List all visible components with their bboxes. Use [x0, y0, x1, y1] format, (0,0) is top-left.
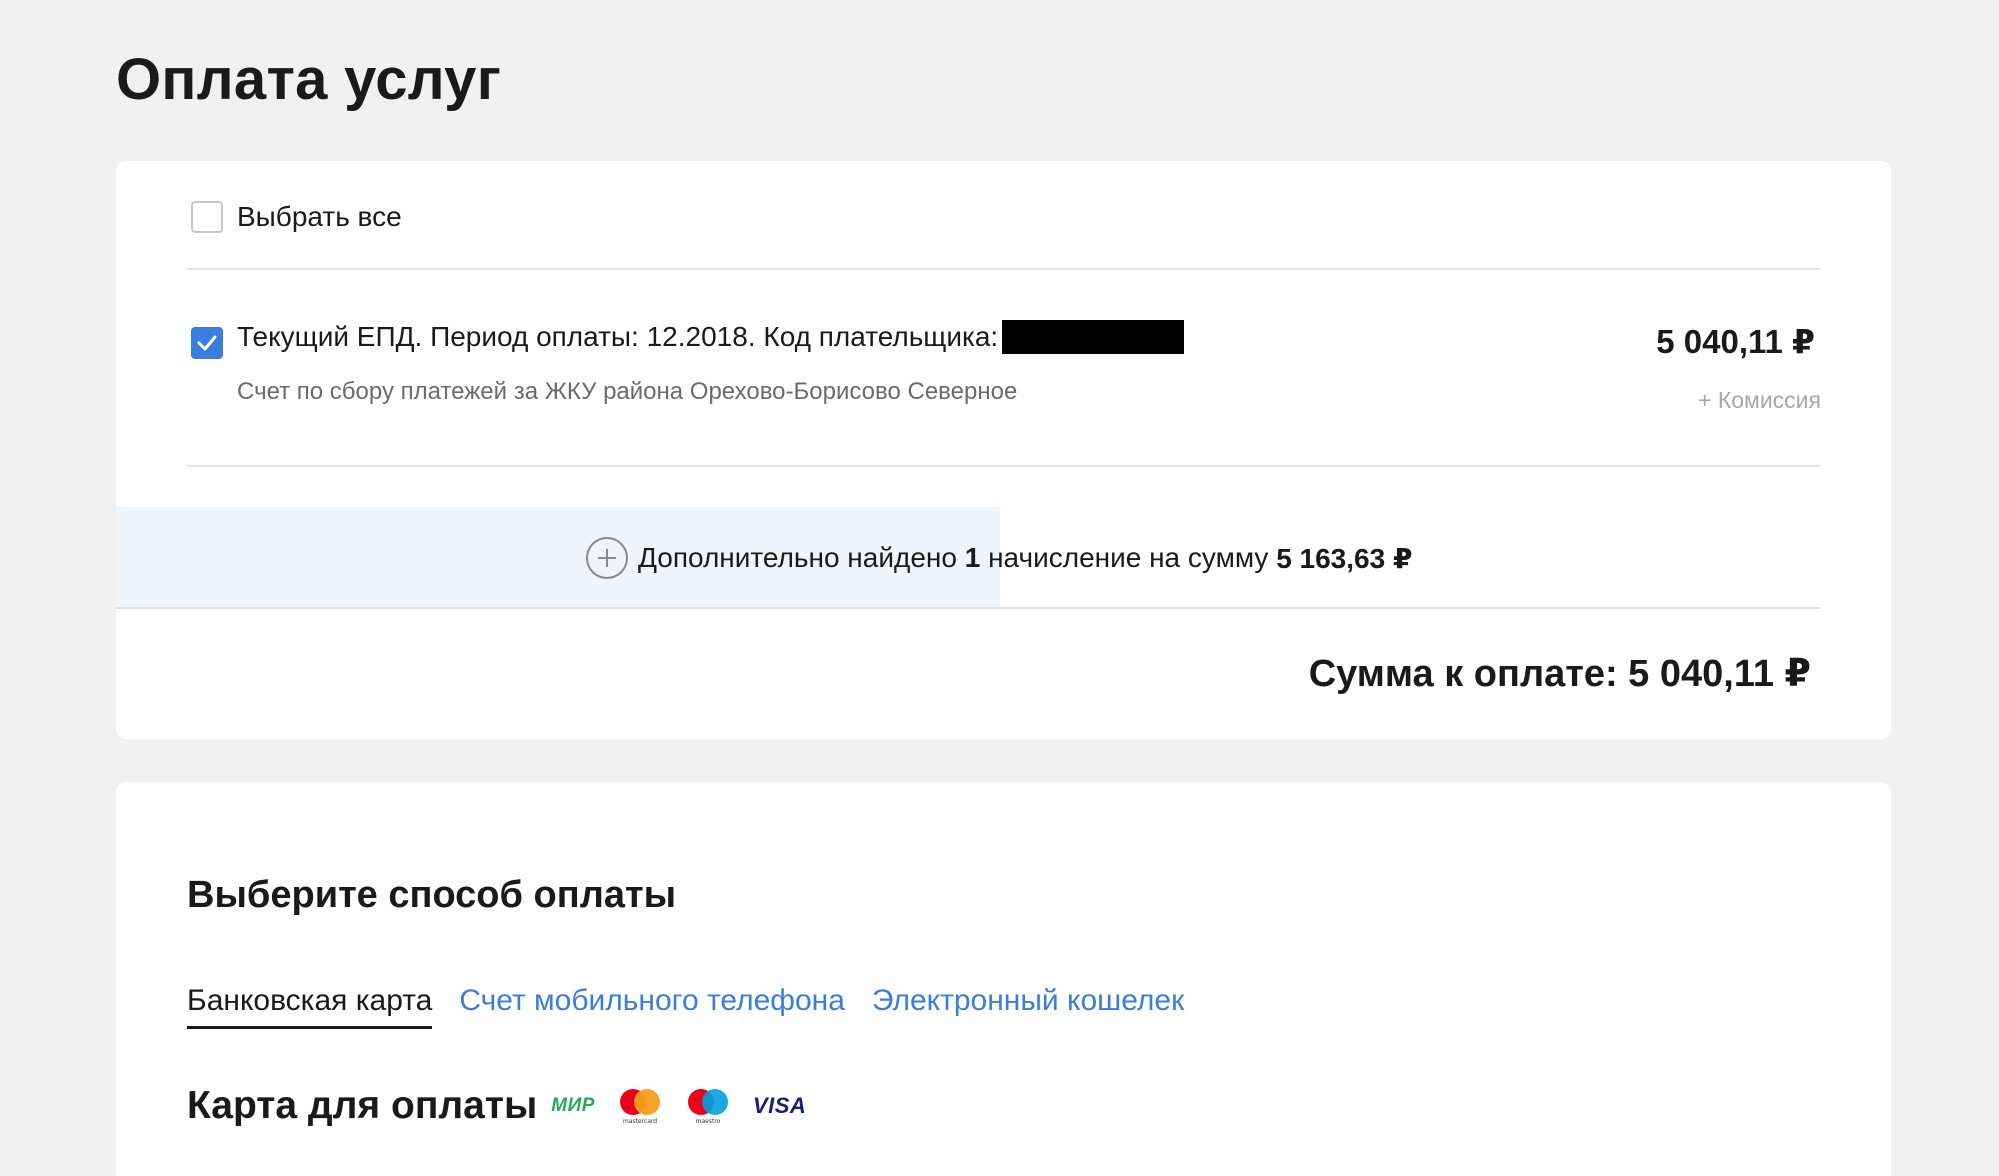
svg-text:mastercard: mastercard [623, 1118, 657, 1125]
payment-tabs: Банковская карта Счет мобильного телефон… [187, 984, 1211, 1029]
card-heading-row: Карта для оплаты МИР mastercard maestro … [187, 1084, 828, 1128]
additional-count: 1 [964, 542, 981, 573]
select-all-label[interactable]: Выбрать все [237, 201, 402, 233]
mastercard-logo: mastercard [617, 1087, 663, 1125]
divider [187, 268, 1820, 270]
payment-method-title: Выберите способ оплаты [187, 874, 677, 916]
maestro-logo: maestro [685, 1087, 731, 1125]
payment-method-card: Выберите способ оплаты Банковская карта … [116, 782, 1891, 1176]
select-all-row[interactable]: Выбрать все [191, 201, 402, 233]
select-all-checkbox[interactable] [191, 201, 223, 233]
plus-circle-icon[interactable] [586, 537, 628, 579]
additional-charges-row[interactable]: Дополнительно найдено 1 начисление на су… [116, 507, 1891, 607]
bill-title: Текущий ЕПД. Период оплаты: 12.2018. Код… [237, 320, 1185, 354]
visa-logo: VISA [752, 1093, 807, 1118]
bill-description: Счет по сбору платежей за ЖКУ района Оре… [237, 378, 1018, 405]
page-title: Оплата услуг [116, 47, 502, 112]
tab-bank-card[interactable]: Банковская карта [187, 984, 433, 1029]
total-amount: Сумма к оплате: 5 040,11 ₽ [1308, 653, 1811, 695]
additional-charges-content[interactable]: Дополнительно найдено 1 начисление на су… [586, 537, 1412, 579]
bill-amount: 5 040,11 ₽ [1656, 323, 1815, 360]
bill-title-text: Текущий ЕПД. Период оплаты: 12.2018. Код… [237, 321, 999, 352]
check-icon [197, 335, 217, 351]
redacted-payer-code [1002, 320, 1185, 354]
card-heading: Карта для оплаты [187, 1084, 538, 1127]
bills-card: Выбрать все Текущий ЕПД. Период оплаты: … [116, 161, 1891, 739]
tab-mobile-account[interactable]: Счет мобильного телефона [459, 984, 845, 1029]
additional-prefix: Дополнительно найдено [638, 542, 957, 573]
divider [187, 465, 1820, 467]
commission-label: + Комиссия [1698, 387, 1821, 413]
bill-checkbox[interactable] [191, 327, 223, 359]
additional-sum: 5 163,63 ₽ [1276, 542, 1413, 574]
additional-middle: начисление на сумму [988, 542, 1269, 573]
bill-item: Текущий ЕПД. Период оплаты: 12.2018. Код… [191, 320, 1821, 430]
svg-text:maestro: maestro [696, 1118, 721, 1125]
tab-e-wallet[interactable]: Электронный кошелек [872, 984, 1184, 1029]
divider [116, 607, 1820, 609]
mir-logo: МИР [551, 1095, 595, 1116]
